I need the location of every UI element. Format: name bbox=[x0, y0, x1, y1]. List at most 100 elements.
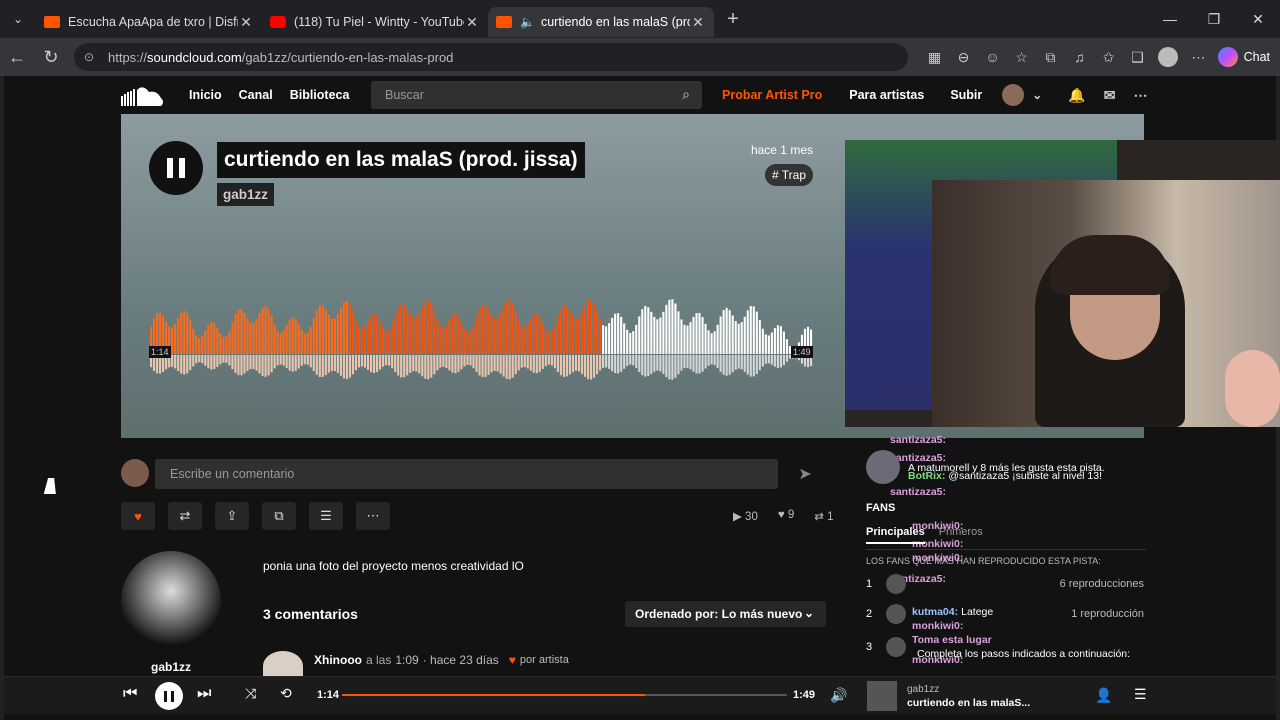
waveform-reflection-bar bbox=[400, 355, 403, 378]
add-to-playlist-button[interactable]: ☰ bbox=[309, 502, 343, 530]
repeat-icon[interactable]: ⟲ bbox=[280, 685, 292, 702]
fan-avatar[interactable] bbox=[886, 574, 906, 594]
messages-envelope-icon[interactable]: ✉ bbox=[1104, 87, 1116, 104]
favorite-star-icon[interactable]: ☆ bbox=[1007, 49, 1036, 66]
apps-grid-icon[interactable]: ▦ bbox=[920, 49, 949, 66]
comment-input[interactable]: Escribe un comentario bbox=[155, 459, 778, 489]
liker-avatar[interactable] bbox=[866, 450, 900, 484]
like-heart-button[interactable]: ♥ bbox=[121, 502, 155, 530]
reposts-count[interactable]: ⇄ 1 bbox=[814, 509, 843, 523]
close-icon[interactable]: ✕ bbox=[690, 14, 706, 31]
nav-channel[interactable]: Canal bbox=[239, 88, 273, 102]
waveform-reflection-bar bbox=[776, 355, 779, 368]
close-window-icon[interactable]: ✕ bbox=[1236, 0, 1280, 38]
user-avatar[interactable] bbox=[1002, 84, 1025, 106]
reload-icon[interactable]: ↻ bbox=[34, 38, 68, 76]
repost-button[interactable]: ⇄ bbox=[168, 502, 202, 530]
waveform-reflection-bar bbox=[348, 355, 352, 378]
soundcloud-logo-icon[interactable] bbox=[121, 86, 165, 106]
tab-primeros[interactable]: Primeros bbox=[939, 526, 983, 544]
tab-3[interactable]: 🔈 curtiendo en las malaS (prod. ✕ bbox=[488, 7, 714, 37]
waveform-reflection-bar bbox=[472, 355, 475, 369]
zoom-icon[interactable]: ⊖ bbox=[949, 49, 978, 66]
nav-home[interactable]: Inicio bbox=[189, 88, 222, 102]
comment-user[interactable]: Xhinooo bbox=[314, 653, 362, 667]
tab-1[interactable]: Escucha ApaApa de txro | Disfruta ✕ bbox=[36, 7, 262, 37]
favorites-icon[interactable]: ✩ bbox=[1094, 49, 1123, 66]
artist-avatar[interactable] bbox=[121, 551, 221, 651]
url-field[interactable]: ⊙ https://soundcloud.com/gab1zz/curtiend… bbox=[74, 43, 908, 71]
close-icon[interactable]: ✕ bbox=[238, 14, 254, 31]
now-playing-artist[interactable]: gab1zz bbox=[907, 684, 939, 695]
copilot-chat-button[interactable]: Chat bbox=[1217, 45, 1270, 69]
new-tab-plus-icon[interactable]: + bbox=[718, 8, 748, 31]
share-button[interactable]: ⇪ bbox=[215, 502, 249, 530]
waveform-reflection-bar bbox=[577, 355, 581, 372]
waveform-reflection-bar bbox=[695, 355, 698, 374]
profile-avatar[interactable] bbox=[1158, 47, 1178, 67]
settings-more-icon[interactable]: ⋯ bbox=[1184, 49, 1213, 66]
for-artists-link[interactable]: Para artistas bbox=[849, 88, 924, 102]
site-info-icon[interactable]: ⊙ bbox=[84, 50, 98, 64]
collections-icon[interactable]: ❑ bbox=[1123, 49, 1152, 66]
waveform-bar bbox=[635, 324, 638, 354]
waveform-reflection-bar bbox=[388, 355, 391, 366]
close-icon[interactable]: ✕ bbox=[464, 14, 480, 31]
waveform-bar bbox=[710, 333, 713, 354]
follow-user-icon[interactable]: 👤 bbox=[1095, 687, 1112, 704]
likes-text[interactable]: A matumorell y 8 más les gusta esta pist… bbox=[908, 462, 1105, 474]
now-playing-title[interactable]: curtiendo en las malaS... bbox=[907, 697, 1030, 709]
speaker-icon[interactable]: 🔈 bbox=[520, 15, 535, 29]
volume-icon[interactable]: 🔊 bbox=[830, 687, 847, 704]
tab-list-chevron-icon[interactable]: ⌄ bbox=[0, 0, 36, 38]
waveform-bar bbox=[773, 328, 776, 354]
more-options-button[interactable]: ⋯ bbox=[356, 502, 390, 530]
back-arrow-icon[interactable]: ← bbox=[0, 38, 34, 76]
more-dots-icon[interactable]: ⋯ bbox=[1134, 87, 1148, 104]
waveform-reflection-bar bbox=[701, 355, 704, 372]
track-artist[interactable]: gab1zz bbox=[217, 183, 275, 206]
waveform-bar bbox=[451, 315, 454, 354]
waveform[interactable] bbox=[150, 292, 813, 382]
shuffle-icon[interactable]: ⤨ bbox=[245, 685, 256, 702]
try-artist-pro-link[interactable]: Probar Artist Pro bbox=[722, 88, 822, 102]
genre-tag[interactable]: # Trap bbox=[764, 164, 813, 186]
previous-track-icon[interactable]: ⏮ bbox=[123, 685, 137, 703]
address-toolbar: ← ↻ ⊙ https://soundcloud.com/gab1zz/curt… bbox=[0, 38, 1280, 76]
maximize-icon[interactable]: ❐ bbox=[1192, 0, 1236, 38]
waveform-reflection-bar bbox=[574, 355, 578, 371]
progress-bar[interactable] bbox=[342, 694, 787, 696]
likes-count[interactable]: ♥ 9 bbox=[778, 509, 804, 523]
artist-name[interactable]: gab1zz bbox=[121, 660, 221, 674]
fan-avatar[interactable] bbox=[886, 604, 906, 624]
media-icon[interactable]: ♫ bbox=[1065, 49, 1094, 65]
extensions-icon[interactable]: ⧉ bbox=[1036, 49, 1065, 66]
waveform-bar bbox=[532, 314, 535, 354]
notifications-bell-icon[interactable]: 🔔 bbox=[1068, 87, 1085, 104]
more-tools-icon[interactable]: ☺ bbox=[978, 49, 1007, 65]
search-input[interactable]: Buscar ⌕ bbox=[371, 81, 702, 109]
waveform-reflection-bar bbox=[255, 355, 258, 371]
copy-link-button[interactable]: ⧉ bbox=[262, 502, 296, 530]
nav-library[interactable]: Biblioteca bbox=[290, 88, 350, 102]
comment-timestamp[interactable]: 1:09 bbox=[395, 653, 418, 667]
chevron-down-icon[interactable]: ⌄ bbox=[1032, 88, 1042, 102]
waveform-bar bbox=[303, 333, 306, 354]
waveform-bar bbox=[752, 306, 755, 354]
waveform-reflection-bar bbox=[571, 355, 575, 373]
sort-order-select[interactable]: Ordenado por: Lo más nuevo ⌄ bbox=[625, 601, 826, 627]
upload-link[interactable]: Subir bbox=[950, 88, 982, 102]
minimize-icon[interactable]: — bbox=[1148, 0, 1192, 38]
pause-button[interactable] bbox=[149, 141, 203, 195]
tab-2[interactable]: (118) Tu Piel - Wintty - YouTube ✕ bbox=[262, 7, 488, 37]
fan-avatar[interactable] bbox=[886, 637, 906, 657]
now-playing-artwork[interactable] bbox=[867, 681, 897, 711]
queue-list-icon[interactable]: ☰ bbox=[1134, 686, 1147, 703]
player-pause-button[interactable] bbox=[155, 682, 183, 710]
tab-principales[interactable]: Principales bbox=[866, 526, 925, 544]
search-icon[interactable]: ⌕ bbox=[682, 86, 690, 103]
waveform-reflection-bar bbox=[360, 355, 364, 367]
waveform-reflection-bar bbox=[321, 355, 324, 377]
next-track-icon[interactable]: ⏭ bbox=[197, 685, 211, 703]
send-paper-plane-icon[interactable]: ➤ bbox=[786, 459, 824, 489]
